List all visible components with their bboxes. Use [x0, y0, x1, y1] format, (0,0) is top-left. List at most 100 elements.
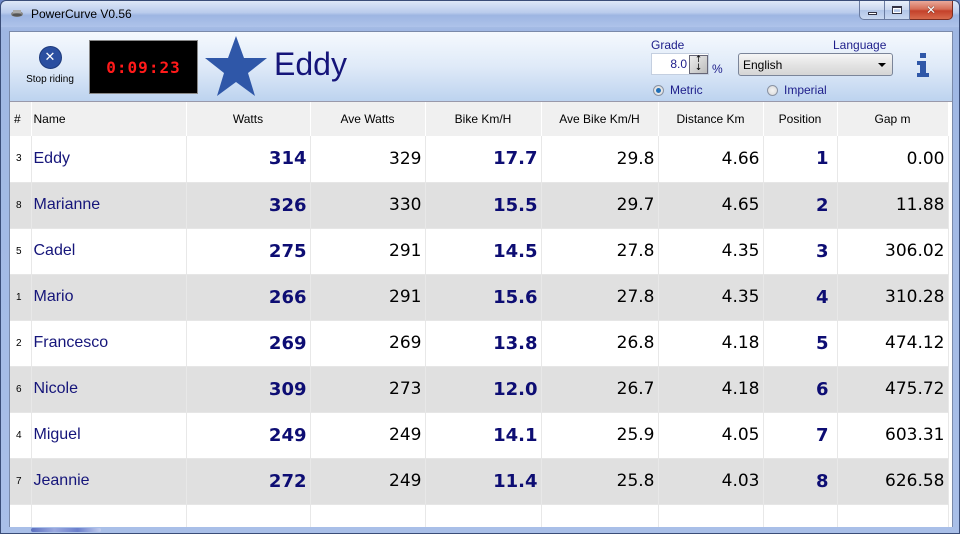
cell-ave-bike-kmh: 29.8 — [541, 136, 659, 183]
dropdown-arrow-icon — [878, 63, 886, 67]
table-row[interactable]: 1 Mario 266 291 15.6 27.8 4.35 4 310.28 — [10, 274, 949, 321]
cell-ave-bike-kmh: 25.9 — [541, 412, 659, 459]
cell-bike-kmh: 12.0 — [425, 366, 542, 413]
cell-distance-km: 4.35 — [658, 274, 764, 321]
imperial-radio[interactable]: Imperial — [767, 83, 827, 97]
window-title: PowerCurve V0.56 — [31, 7, 132, 21]
table-row[interactable]: 5 Cadel 275 291 14.5 27.8 4.35 3 306.02 — [10, 228, 949, 275]
minimize-button[interactable] — [859, 1, 885, 20]
empty-cell — [186, 504, 311, 527]
metric-radio[interactable]: Metric — [653, 83, 703, 97]
language-selected: English — [743, 58, 783, 72]
cell-name: Cadel — [31, 228, 187, 275]
cell-num: 7 — [10, 458, 32, 505]
table-row[interactable]: 3 Eddy 314 329 17.7 29.8 4.66 1 0.00 — [10, 136, 949, 183]
stop-riding-label: Stop riding — [26, 74, 74, 85]
cell-ave-watts: 330 — [310, 182, 426, 229]
column-header-position[interactable]: Position — [763, 102, 838, 136]
close-icon: ✕ — [925, 3, 937, 17]
maximize-button[interactable] — [885, 1, 910, 20]
cell-num: 5 — [10, 228, 32, 275]
table-row[interactable]: 6 Nicole 309 273 12.0 26.7 4.18 6 475.72 — [10, 366, 949, 413]
column-header-watts[interactable]: Watts — [186, 102, 311, 136]
arrow-down-icon: ↓ — [694, 63, 703, 73]
cell-position: 4 — [763, 274, 838, 321]
cell-name: Eddy — [31, 136, 187, 183]
cell-ave-watts: 291 — [310, 274, 426, 321]
cell-watts: 326 — [186, 182, 311, 229]
imperial-label: Imperial — [784, 83, 827, 97]
empty-cell — [763, 504, 838, 527]
cell-position: 3 — [763, 228, 838, 275]
stop-riding-button[interactable]: ✕ Stop riding — [18, 42, 82, 92]
column-header-ave-bike-kmh[interactable]: Ave Bike Km/H — [541, 102, 659, 136]
minimize-icon — [867, 11, 877, 15]
column-header-name[interactable]: Name — [31, 102, 187, 136]
language-select[interactable]: English — [738, 53, 893, 76]
close-button[interactable]: ✕ — [910, 1, 953, 20]
taskbar-sliver — [31, 528, 101, 532]
cell-bike-kmh: 14.1 — [425, 412, 542, 459]
client-area: ✕ Stop riding 0:09:23 Eddy Grade ↑ ↓ % M… — [9, 31, 953, 527]
cell-position: 8 — [763, 458, 838, 505]
table-row[interactable]: 2 Francesco 269 269 13.8 26.8 4.18 5 474… — [10, 320, 949, 367]
cell-ave-bike-kmh: 25.8 — [541, 458, 659, 505]
stop-icon: ✕ — [38, 46, 62, 69]
radio-selected-icon — [653, 84, 664, 96]
cell-bike-kmh: 13.8 — [425, 320, 542, 367]
grade-unit: % — [712, 62, 723, 76]
column-header-gap-m[interactable]: Gap m — [837, 102, 949, 136]
cell-watts: 314 — [186, 136, 311, 183]
cell-name: Miguel — [31, 412, 187, 459]
grade-spin-button[interactable]: ↑ ↓ — [689, 55, 708, 74]
maximize-icon — [892, 6, 902, 14]
app-icon — [11, 10, 23, 17]
cell-gap-m: 310.28 — [837, 274, 949, 321]
cell-ave-watts: 249 — [310, 412, 426, 459]
cell-num: 4 — [10, 412, 32, 459]
cell-ave-watts: 269 — [310, 320, 426, 367]
elapsed-timer: 0:09:23 — [89, 40, 198, 94]
cell-watts: 249 — [186, 412, 311, 459]
metric-label: Metric — [670, 83, 703, 97]
cell-num: 3 — [10, 136, 32, 183]
cell-gap-m: 475.72 — [837, 366, 949, 413]
cell-num: 6 — [10, 366, 32, 413]
column-header-bike-kmh[interactable]: Bike Km/H — [425, 102, 542, 136]
grade-spinbox: ↑ ↓ — [651, 53, 709, 75]
cell-ave-watts: 329 — [310, 136, 426, 183]
cell-ave-bike-kmh: 26.7 — [541, 366, 659, 413]
cell-watts: 309 — [186, 366, 311, 413]
cell-ave-bike-kmh: 27.8 — [541, 228, 659, 275]
cell-watts: 269 — [186, 320, 311, 367]
column-header-num[interactable]: # — [10, 102, 32, 136]
info-icon[interactable] — [916, 53, 930, 77]
language-label: Language — [833, 38, 887, 52]
grade-input[interactable] — [652, 54, 688, 74]
table-row[interactable]: 8 Marianne 326 330 15.5 29.7 4.65 2 11.8… — [10, 182, 949, 229]
cell-gap-m: 603.31 — [837, 412, 949, 459]
toolbar: ✕ Stop riding 0:09:23 Eddy Grade ↑ ↓ % M… — [10, 32, 952, 101]
column-header-distance-km[interactable]: Distance Km — [658, 102, 764, 136]
cell-gap-m: 474.12 — [837, 320, 949, 367]
star-icon — [205, 36, 267, 96]
cell-gap-m: 0.00 — [837, 136, 949, 183]
table-row[interactable]: 4 Miguel 249 249 14.1 25.9 4.05 7 603.31 — [10, 412, 949, 459]
empty-cell — [658, 504, 764, 527]
radio-unselected-icon — [767, 84, 778, 96]
cell-distance-km: 4.66 — [658, 136, 764, 183]
cell-watts: 275 — [186, 228, 311, 275]
title-bar[interactable]: PowerCurve V0.56 ✕ — [1, 1, 959, 27]
table-header: # Name Watts Ave Watts Bike Km/H Ave Bik… — [10, 102, 949, 136]
cell-position: 7 — [763, 412, 838, 459]
empty-cell — [541, 504, 659, 527]
empty-cell — [837, 504, 949, 527]
cell-ave-watts: 249 — [310, 458, 426, 505]
cell-bike-kmh: 15.6 — [425, 274, 542, 321]
table-row[interactable]: 7 Jeannie 272 249 11.4 25.8 4.03 8 626.5… — [10, 458, 949, 505]
cell-name: Mario — [31, 274, 187, 321]
cell-position: 5 — [763, 320, 838, 367]
cell-gap-m: 626.58 — [837, 458, 949, 505]
cell-position: 2 — [763, 182, 838, 229]
column-header-ave-watts[interactable]: Ave Watts — [310, 102, 426, 136]
